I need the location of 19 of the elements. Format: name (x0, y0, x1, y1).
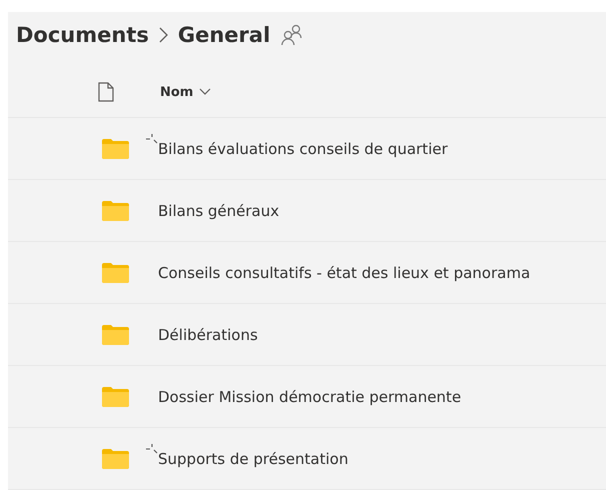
name-column-header[interactable]: Nom (160, 84, 212, 100)
folder-icon (102, 386, 129, 406)
folder-icon (102, 262, 129, 282)
folder-name[interactable]: Bilans évaluations conseils de quartier (158, 140, 448, 158)
folder-name[interactable]: Supports de présentation (158, 450, 348, 468)
chevron-right-icon (158, 26, 168, 43)
folder-name[interactable]: Délibérations (158, 326, 258, 344)
folder-name[interactable]: Conseils consultatifs - état des lieux et panorama (158, 264, 530, 282)
breadcrumb-item[interactable]: Documents (16, 22, 149, 47)
chevron-down-icon (199, 88, 212, 96)
breadcrumb-item[interactable]: General (178, 22, 270, 47)
folder-icon (102, 138, 129, 158)
file-icon (98, 82, 114, 102)
folder-icon (102, 448, 129, 468)
folder-name[interactable]: Dossier Mission démocratie permanente (158, 388, 462, 406)
folder-icon (102, 324, 129, 344)
people-icon (280, 22, 304, 47)
folder-icon (102, 200, 129, 220)
folder-name[interactable]: Bilans généraux (158, 202, 280, 220)
